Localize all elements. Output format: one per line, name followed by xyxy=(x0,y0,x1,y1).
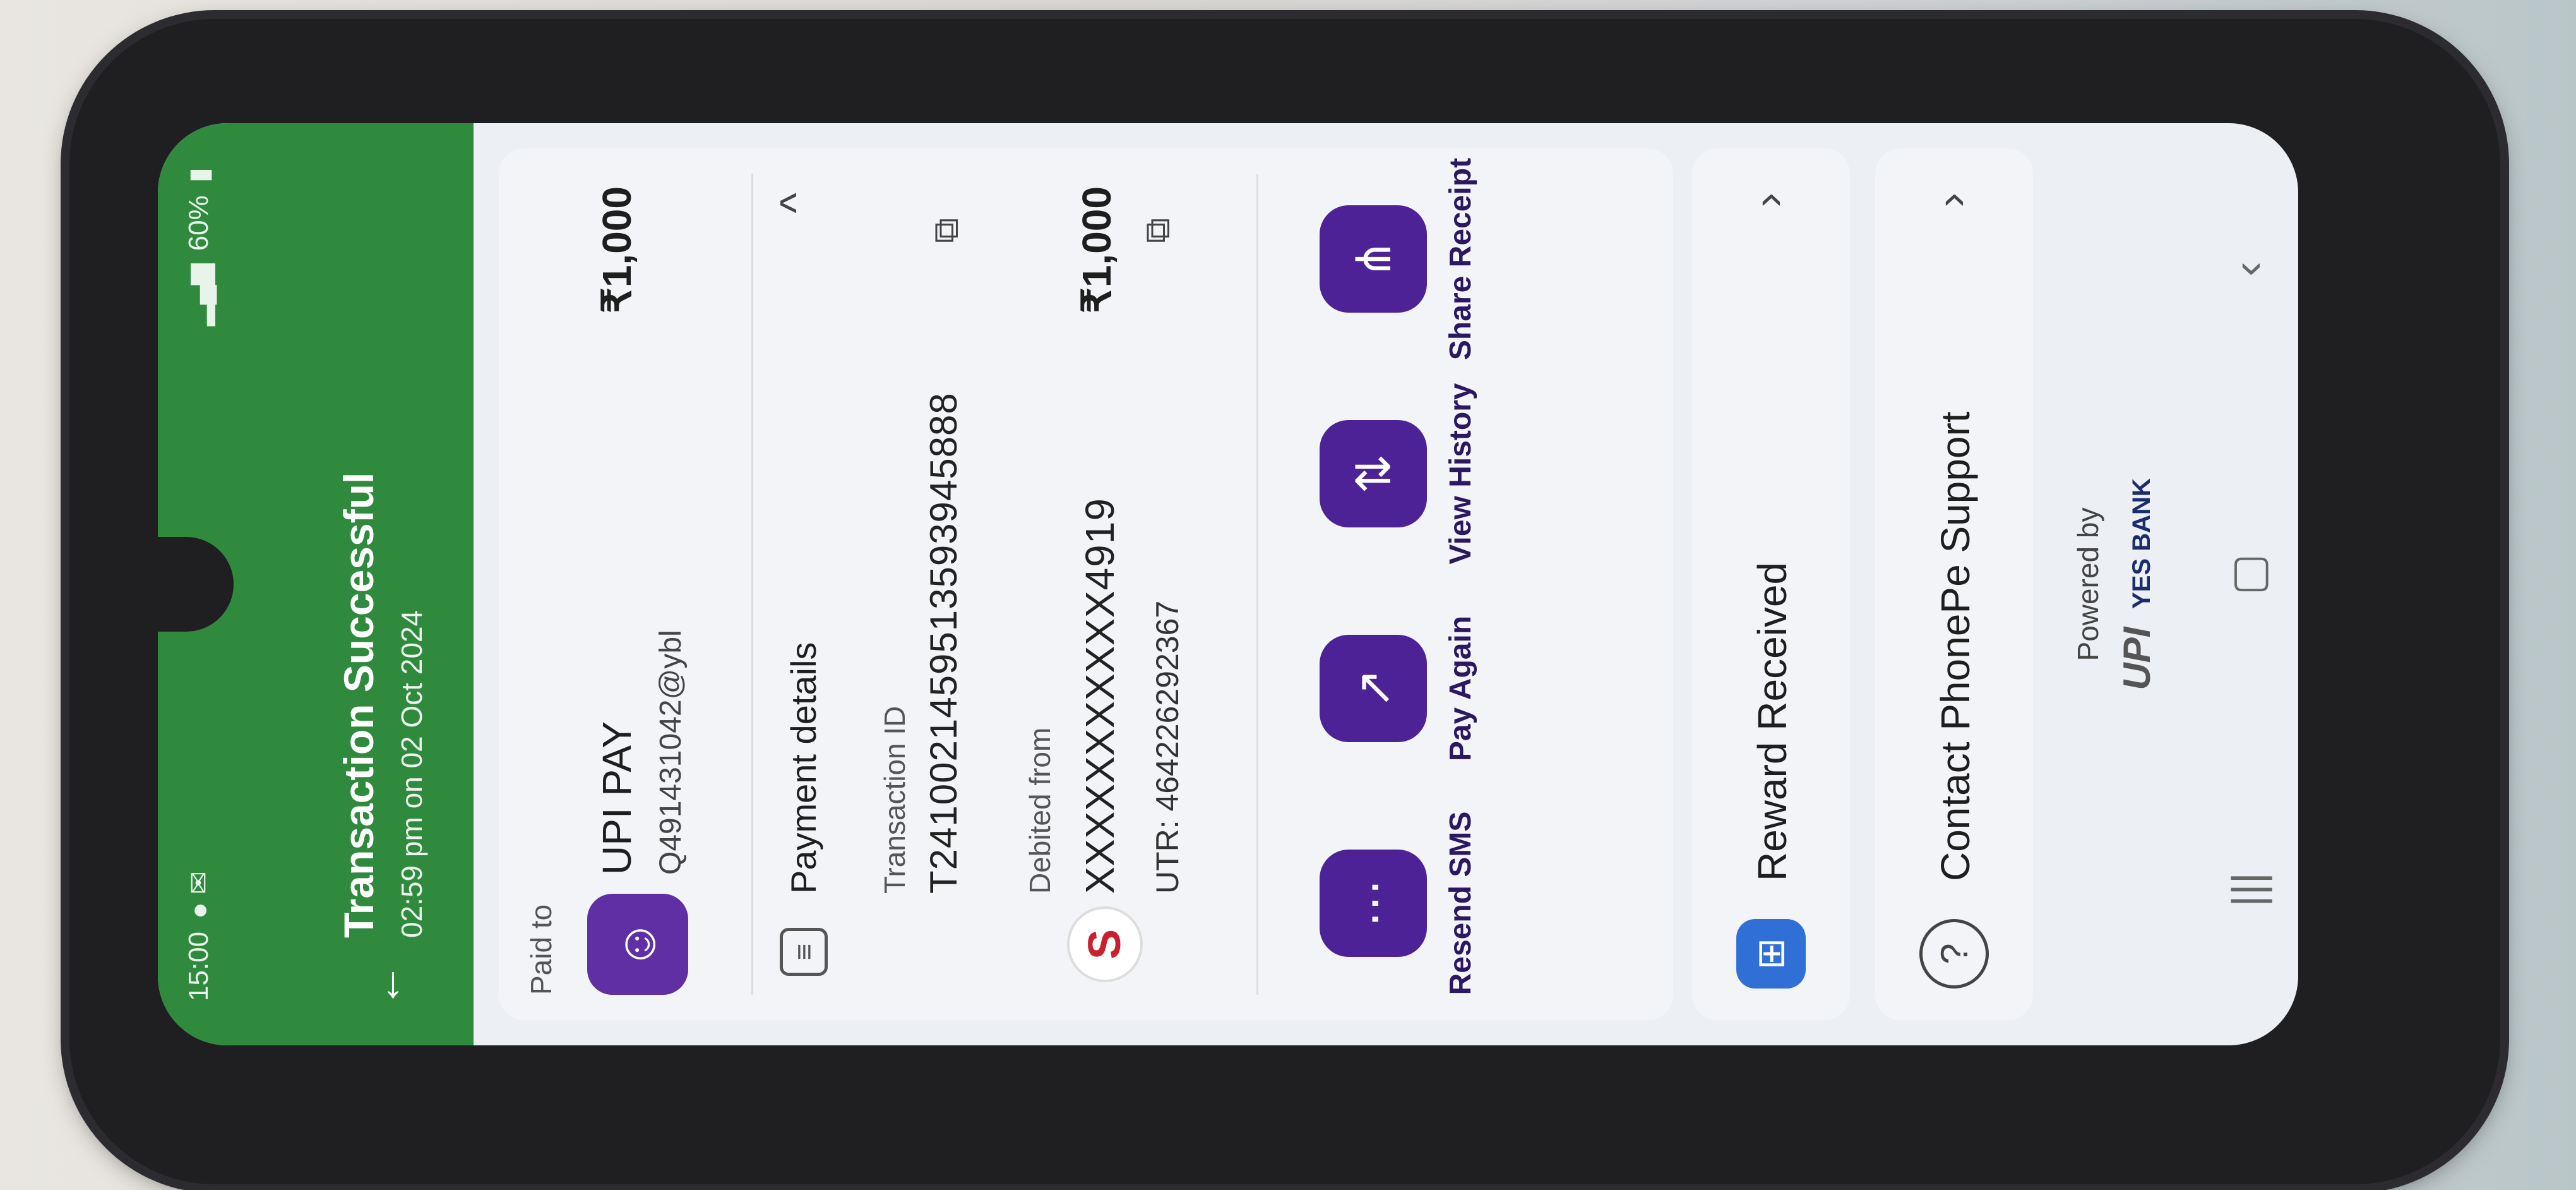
debited-amount: ₹1,000 xyxy=(1074,186,1119,313)
transaction-header: ← Transaction Successful 02:59 pm on 02 … xyxy=(240,123,474,1045)
contact-support-label: Contact PhonePe Support xyxy=(1933,411,1978,881)
payment-details-title[interactable]: Payment details xyxy=(783,642,824,894)
pay-again-label: Pay Again xyxy=(1444,615,1477,762)
swap-arrows-icon[interactable]: ⇅ xyxy=(1320,420,1427,527)
divider xyxy=(1256,174,1258,995)
notification-icon: ● ✉ xyxy=(183,871,215,919)
signal-icon: ▂▄▆ xyxy=(183,263,215,327)
back-icon[interactable]: ‹ xyxy=(2222,261,2273,276)
battery-icon: ▮ xyxy=(183,167,215,183)
chevron-right-icon[interactable]: › xyxy=(1926,193,1976,207)
payee-name: UPI PAY xyxy=(594,721,640,875)
resend-sms-button[interactable]: ⋯ Resend SMS xyxy=(1320,799,1478,1007)
debited-from-label: Debited from xyxy=(1023,727,1056,894)
utr-number: UTR: 464226292367 xyxy=(1150,600,1185,894)
transaction-id-label: Transaction ID xyxy=(878,706,911,894)
chevron-up-icon[interactable]: ^ xyxy=(770,193,821,213)
transaction-timestamp: 02:59 pm on 02 Oct 2024 xyxy=(395,610,428,938)
merchant-avatar-icon: ☺ xyxy=(587,894,688,995)
chevron-right-icon[interactable]: › xyxy=(1743,193,1793,207)
transaction-card: Paid to ☺ UPI PAY Q491431042@ybl ₹1,000 … xyxy=(499,148,1673,1020)
gift-icon: ⊞ xyxy=(1736,919,1806,989)
share-receipt-button[interactable]: ⋔ Share Receipt xyxy=(1320,155,1478,363)
system-navbar: ||| ▢ ‹ xyxy=(2185,123,2298,1045)
message-icon[interactable]: ⋯ xyxy=(1320,850,1427,957)
upi-logo: UPI xyxy=(2116,627,2158,690)
page-title: Transaction Successful xyxy=(335,472,382,938)
view-history-label: View History xyxy=(1444,383,1477,565)
copy-icon[interactable]: ⧉ xyxy=(925,205,965,243)
paid-amount: ₹1,000 xyxy=(594,186,640,313)
powered-by-text: Powered by xyxy=(2072,507,2104,661)
receipt-icon: ≡ xyxy=(780,928,828,976)
help-icon: ? xyxy=(1919,919,1989,989)
debited-account: XXXXXXXXXXX4919 xyxy=(1077,498,1123,894)
battery-level: 60% xyxy=(183,195,214,251)
share-receipt-label: Share Receipt xyxy=(1444,157,1477,361)
yes-bank-logo: YES BANK xyxy=(2128,478,2156,609)
home-icon[interactable]: ▢ xyxy=(2222,553,2274,595)
contact-support-row[interactable]: ? Contact PhonePe Support › xyxy=(1875,148,2033,1020)
reward-received-label: Reward Received xyxy=(1750,562,1795,881)
share-icon[interactable]: ⋔ xyxy=(1320,205,1427,313)
upi-yes-bank-logo: UPI YES BANK xyxy=(2115,123,2159,1045)
status-time: 15:00 xyxy=(183,931,214,1001)
view-history-button[interactable]: ⇅ View History xyxy=(1320,370,1478,578)
recents-icon[interactable]: ||| xyxy=(2222,872,2273,907)
back-arrow-icon[interactable]: ← xyxy=(360,963,410,1007)
bank-logo-icon: S xyxy=(1067,906,1143,982)
pay-again-button[interactable]: ↗ Pay Again xyxy=(1320,584,1478,793)
arrow-up-right-icon[interactable]: ↗ xyxy=(1320,635,1427,742)
reward-received-row[interactable]: ⊞ Reward Received › xyxy=(1692,148,1850,1020)
resend-sms-label: Resend SMS xyxy=(1444,811,1477,995)
phone-screen: 15:00 ● ✉ ▂▄▆ 60% ▮ ← Transaction Succes… xyxy=(158,123,2298,1045)
divider xyxy=(751,174,753,995)
payee-upi-id: Q491431042@ybl xyxy=(654,630,688,875)
paid-to-label: Paid to xyxy=(525,904,558,995)
copy-icon[interactable]: ⧉ xyxy=(1136,205,1177,243)
transaction-id-value: T2410021459513593945888 xyxy=(922,392,965,894)
